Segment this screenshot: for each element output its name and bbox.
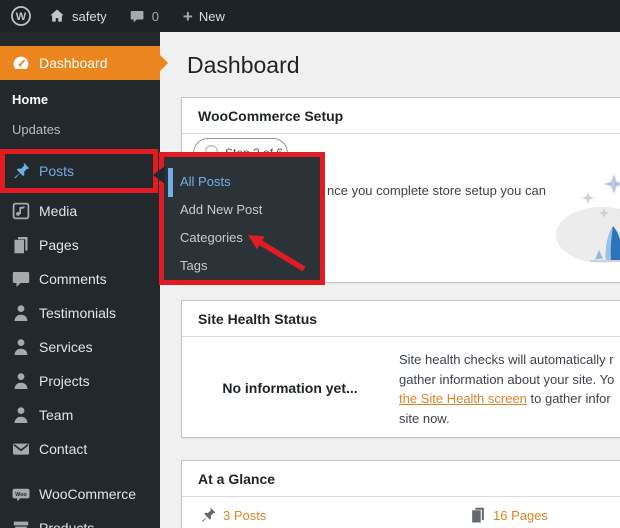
flyout-pointer-notch xyxy=(153,166,165,184)
active-item-indicator xyxy=(168,168,173,197)
new-content-menu[interactable]: + New xyxy=(169,0,235,32)
submenu-item-tags[interactable]: Tags xyxy=(180,251,207,279)
pushpin-icon xyxy=(199,506,217,524)
sidebar-item-label: Team xyxy=(39,407,73,423)
wordpress-logo-menu[interactable]: W xyxy=(0,0,42,32)
sidebar-item-home[interactable]: Home xyxy=(0,86,160,112)
comment-count: 0 xyxy=(152,9,159,24)
sidebar-item-label: Home xyxy=(12,92,48,107)
widget-header: At a Glance xyxy=(182,461,620,497)
sidebar-item-media[interactable]: Media xyxy=(0,194,160,228)
widget-title: At a Glance xyxy=(198,471,275,487)
new-label: New xyxy=(199,9,225,24)
sidebar-item-label: Contact xyxy=(39,441,87,457)
at-a-glance-widget: At a Glance 3 Posts 16 Pages xyxy=(181,460,620,528)
pages-icon xyxy=(11,235,31,255)
person-icon xyxy=(11,337,31,357)
products-box-icon xyxy=(11,518,31,528)
svg-text:W: W xyxy=(16,11,27,23)
submenu-item-all-posts[interactable]: All Posts xyxy=(180,167,231,195)
comment-bubble-icon xyxy=(129,8,146,25)
admin-bar: W safety 0 + New xyxy=(0,0,620,32)
widget-title: Site Health Status xyxy=(198,311,317,327)
sidebar-item-comments[interactable]: Comments xyxy=(0,262,160,296)
wordpress-logo-icon: W xyxy=(10,5,32,27)
posts-flyout-submenu: All Posts Add New Post Categories Tags xyxy=(164,157,320,280)
site-name-menu[interactable]: safety xyxy=(42,0,117,32)
pages-icon xyxy=(469,506,487,524)
sidebar-item-label: Services xyxy=(39,339,93,355)
site-health-status-label: No information yet... xyxy=(190,338,390,438)
description-line: site now. xyxy=(399,409,614,429)
widget-title: WooCommerce Setup xyxy=(198,108,343,124)
dashboard-gauge-icon xyxy=(11,53,31,73)
description-line: Site health checks will automatically r xyxy=(399,350,614,370)
envelope-icon xyxy=(11,439,31,459)
person-icon xyxy=(11,405,31,425)
wordpress-admin: W safety 0 + New Dashboard xyxy=(0,0,620,528)
description-line: the Site Health screen to gather infor xyxy=(399,389,614,409)
sidebar-item-label: WooCommerce xyxy=(39,486,136,502)
page-title: Dashboard xyxy=(187,52,300,79)
description-line-rest: to gather infor xyxy=(527,391,611,406)
sidebar-item-projects[interactable]: Projects xyxy=(0,364,160,398)
site-health-screen-link[interactable]: the Site Health screen xyxy=(399,391,527,406)
sidebar-item-label: Updates xyxy=(12,122,60,137)
sidebar-item-label: Dashboard xyxy=(39,55,108,71)
site-health-description: Site health checks will automatically r … xyxy=(399,350,614,428)
sidebar-item-products[interactable]: Products xyxy=(0,511,160,528)
sidebar-item-label: Comments xyxy=(39,271,107,287)
comments-icon xyxy=(11,269,31,289)
plus-icon: + xyxy=(183,8,193,25)
widget-header: Site Health Status xyxy=(182,301,620,337)
sidebar-item-label: Media xyxy=(39,203,77,219)
home-icon xyxy=(48,7,66,25)
sidebar-item-testimonials[interactable]: Testimonials xyxy=(0,296,160,330)
sidebar-item-label: Products xyxy=(39,520,94,528)
sidebar-item-updates[interactable]: Updates xyxy=(0,116,160,142)
submenu-item-add-new-post[interactable]: Add New Post xyxy=(180,195,262,223)
rocket-illustration xyxy=(546,166,620,278)
sidebar-item-label: Pages xyxy=(39,237,79,253)
pages-count-link[interactable]: 16 Pages xyxy=(493,508,548,523)
sidebar-item-label: Projects xyxy=(39,373,90,389)
sidebar-item-label: Posts xyxy=(39,163,74,179)
svg-text:Woo: Woo xyxy=(15,492,27,498)
comments-menu[interactable]: 0 xyxy=(117,0,169,32)
admin-sidebar: Dashboard Home Updates Posts Media Pages xyxy=(0,32,160,528)
sidebar-item-label: Testimonials xyxy=(39,305,116,321)
woocommerce-icon: Woo xyxy=(11,484,31,504)
sidebar-item-team[interactable]: Team xyxy=(0,398,160,432)
setup-description-fragment: nce you complete store setup you can xyxy=(327,183,546,198)
pushpin-icon xyxy=(11,161,31,181)
glance-posts: 3 Posts xyxy=(199,506,266,524)
person-icon xyxy=(11,371,31,391)
media-icon xyxy=(11,201,31,221)
sidebar-item-contact[interactable]: Contact xyxy=(0,432,160,466)
posts-count-link[interactable]: 3 Posts xyxy=(223,508,266,523)
site-name: safety xyxy=(72,9,107,24)
sidebar-item-woocommerce[interactable]: Woo WooCommerce xyxy=(0,477,160,511)
sidebar-item-dashboard[interactable]: Dashboard xyxy=(0,46,160,80)
person-icon xyxy=(11,303,31,323)
widget-header: WooCommerce Setup xyxy=(182,98,620,134)
sidebar-item-posts[interactable]: Posts xyxy=(0,154,160,188)
site-health-widget: Site Health Status No information yet...… xyxy=(181,300,620,438)
sidebar-item-pages[interactable]: Pages xyxy=(0,228,160,262)
sidebar-item-services[interactable]: Services xyxy=(0,330,160,364)
glance-pages: 16 Pages xyxy=(469,506,548,524)
submenu-item-categories[interactable]: Categories xyxy=(180,223,243,251)
description-line: gather information about your site. Yo xyxy=(399,370,614,390)
